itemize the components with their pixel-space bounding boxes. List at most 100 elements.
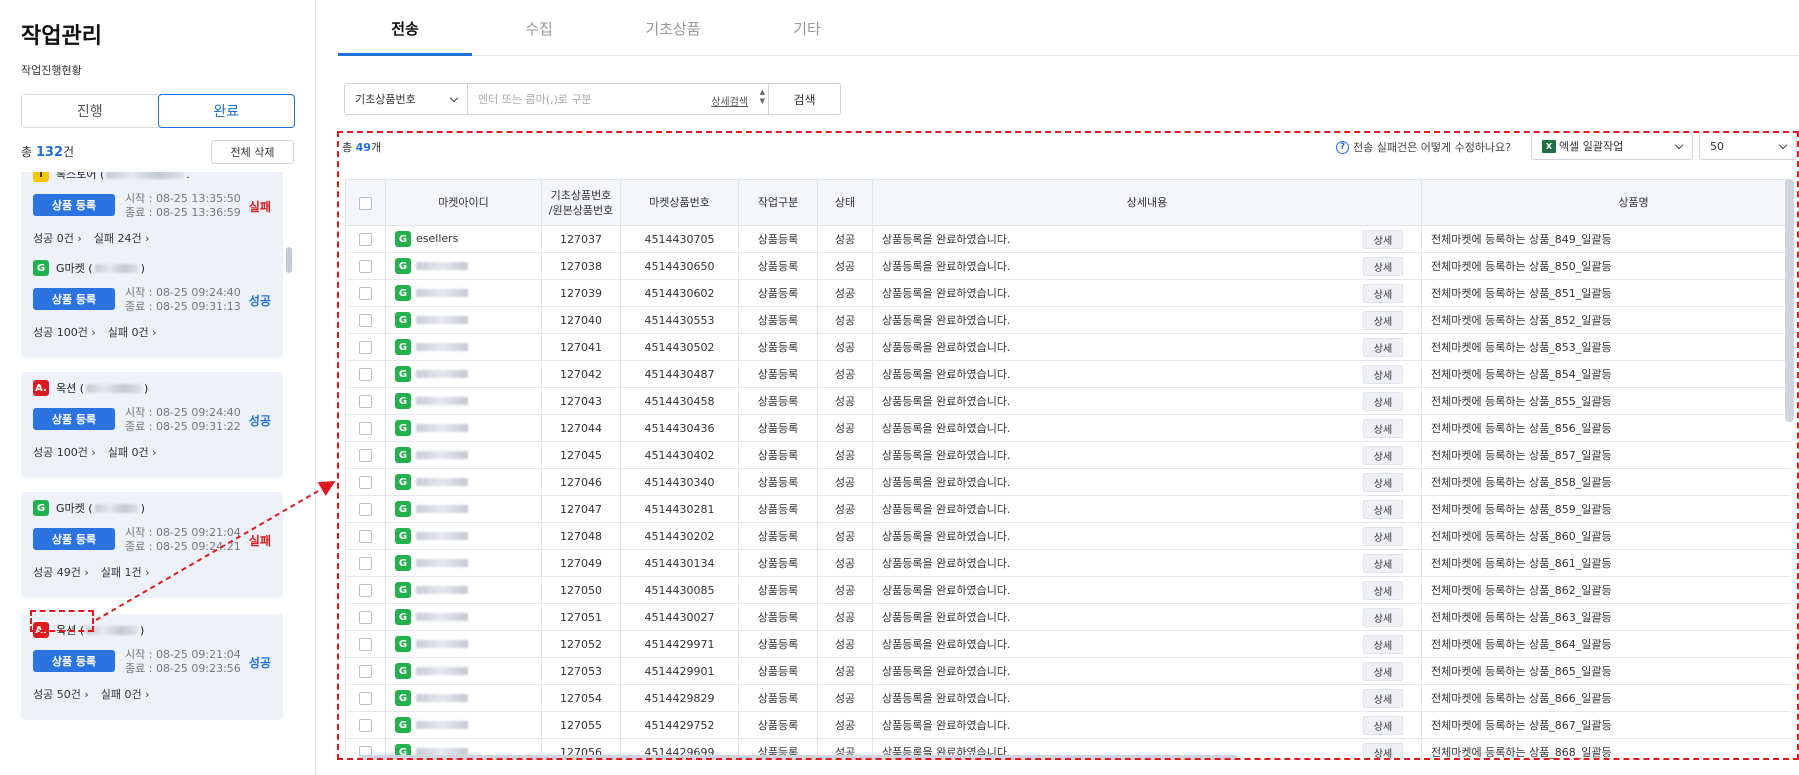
table-row[interactable]: G 127038 4514430650 상품등록 성공 상품등록을 완료하였습니다. 상세 전… — [345, 252, 1791, 280]
sidebar-scrollbar[interactable] — [286, 247, 292, 273]
job-card[interactable]: G G마켓 () 상품 등록 시작 : 08-25 09:24:40 종료 : 08… — [21, 252, 283, 358]
detail-button[interactable]: 상세 — [1363, 230, 1403, 249]
row-checkbox[interactable] — [359, 664, 372, 678]
table-row[interactable]: G 127042 4514430487 상품등록 성공 상품등록을 완료하였습니다. 상세 전… — [345, 360, 1791, 388]
detail-button[interactable]: 상세 — [1363, 743, 1403, 759]
job-action-badge[interactable]: 상품 등록 — [33, 288, 115, 310]
detail-button[interactable]: 상세 — [1363, 500, 1403, 519]
row-checkbox[interactable] — [359, 232, 372, 246]
row-checkbox[interactable] — [359, 691, 372, 705]
product-name-cell: 전체마켓에 등록하는 상품_857_일괄등 — [1421, 441, 1791, 469]
table-row[interactable]: G 127044 4514430436 상품등록 성공 상품등록을 완료하였습니다. 상세 전… — [345, 414, 1791, 442]
job-counts: 성공 50건 › 실패 0건 › — [33, 686, 150, 702]
tab-collect[interactable]: 수집 — [472, 18, 606, 39]
job-card[interactable]: A. 옥션 () 상품 등록 시작 : 08-25 09:24:40 종료 : 08… — [21, 372, 283, 478]
row-checkbox[interactable] — [359, 556, 372, 570]
row-checkbox[interactable] — [359, 718, 372, 732]
table-row[interactable]: G 127043 4514430458 상품등록 성공 상품등록을 완료하였습니다. 상세 전… — [345, 387, 1791, 415]
tab-etc[interactable]: 기타 — [740, 18, 874, 39]
table-row[interactable]: G 127045 4514430402 상품등록 성공 상품등록을 완료하였습니다. 상세 전… — [345, 441, 1791, 469]
table-row[interactable]: G 127051 4514430027 상품등록 성공 상품등록을 완료하였습니다. 상세 전… — [345, 603, 1791, 631]
row-checkbox[interactable] — [359, 340, 372, 354]
detail-button[interactable]: 상세 — [1363, 554, 1403, 573]
detail-button[interactable]: 상세 — [1363, 311, 1403, 330]
row-checkbox[interactable] — [359, 394, 372, 408]
table-row[interactable]: G 127041 4514430502 상품등록 성공 상품등록을 완료하였습니다. 상세 전… — [345, 333, 1791, 361]
fail-count-link[interactable]: 실패 0건 › — [101, 686, 150, 702]
detail-button[interactable]: 상세 — [1363, 473, 1403, 492]
tab-send[interactable]: 전송 — [338, 18, 472, 39]
success-count-link[interactable]: 성공 49건 › — [33, 564, 89, 580]
excel-bulk-select[interactable]: X 엑셀 일괄작업 — [1531, 132, 1693, 160]
table-vertical-scrollbar[interactable] — [1785, 179, 1794, 422]
table-horizontal-scrollbar[interactable] — [358, 755, 1238, 760]
fail-count-link[interactable]: 실패 24건 › — [94, 230, 150, 246]
detail-button[interactable]: 상세 — [1363, 419, 1403, 438]
table-row[interactable]: G 127053 4514429901 상품등록 성공 상품등록을 완료하였습니다. 상세 전… — [345, 657, 1791, 685]
detail-button[interactable]: 상세 — [1363, 662, 1403, 681]
detail-button[interactable]: 상세 — [1363, 716, 1403, 735]
row-checkbox[interactable] — [359, 313, 372, 327]
row-checkbox[interactable] — [359, 448, 372, 462]
detail-button[interactable]: 상세 — [1363, 608, 1403, 627]
table-row[interactable]: G 127050 4514430085 상품등록 성공 상품등록을 완료하였습니다. 상세 전… — [345, 576, 1791, 604]
fail-count-link[interactable]: 실패 0건 › — [108, 324, 157, 340]
table-row[interactable]: Gesellers 127037 4514430705 상품등록 성공 상품등록을 완료하… — [345, 225, 1791, 253]
detail-button[interactable]: 상세 — [1363, 284, 1403, 303]
search-field-select[interactable]: 기초상품번호 — [344, 83, 468, 115]
success-count-link[interactable]: 성공 100건 › — [33, 324, 96, 340]
row-checkbox[interactable] — [359, 259, 372, 273]
help-link[interactable]: ? 전송 실패건은 어떻게 수정하나요? — [1336, 139, 1511, 155]
gmarket-logo-icon: G — [395, 717, 411, 733]
detail-button[interactable]: 상세 — [1363, 689, 1403, 708]
success-count-link[interactable]: 성공 0건 › — [33, 230, 82, 246]
detail-button[interactable]: 상세 — [1363, 581, 1403, 600]
job-action-badge[interactable]: 상품 등록 — [33, 528, 115, 550]
tab-completed[interactable]: 완료 — [157, 94, 295, 128]
row-checkbox[interactable] — [359, 529, 372, 543]
tab-in-progress[interactable]: 진행 — [22, 95, 158, 127]
job-action-badge[interactable]: 상품 등록 — [33, 650, 115, 672]
row-checkbox[interactable] — [359, 583, 372, 597]
table-row[interactable]: G 127055 4514429752 상품등록 성공 상품등록을 완료하였습니다. 상세 전… — [345, 711, 1791, 739]
job-action-badge[interactable]: 상품 등록 — [33, 194, 115, 216]
detail-button[interactable]: 상세 — [1363, 257, 1403, 276]
table-row[interactable]: G 127039 4514430602 상품등록 성공 상품등록을 완료하였습니다. 상세 전… — [345, 279, 1791, 307]
job-action-badge[interactable]: 상품 등록 — [33, 408, 115, 430]
per-page-select[interactable]: 50 — [1699, 132, 1797, 160]
row-checkbox[interactable] — [359, 502, 372, 516]
table-row[interactable]: G 127047 4514430281 상품등록 성공 상품등록을 완료하였습니다. 상세 전… — [345, 495, 1791, 523]
row-checkbox[interactable] — [359, 421, 372, 435]
table-row[interactable]: G 127054 4514429829 상품등록 성공 상품등록을 완료하였습니다. 상세 전… — [345, 684, 1791, 712]
table-row[interactable]: G 127052 4514429971 상품등록 성공 상품등록을 완료하였습니다. 상세 전… — [345, 630, 1791, 658]
advanced-search-link[interactable]: 상세검색 — [711, 93, 748, 108]
fail-count-link[interactable]: 실패 0건 › — [108, 444, 157, 460]
row-checkbox[interactable] — [359, 475, 372, 489]
job-card[interactable]: A. 옥션 () 상품 등록 시작 : 08-25 09:21:04 종료 : 08… — [21, 614, 283, 720]
delete-all-button[interactable]: 전체 삭제 — [211, 140, 294, 164]
tab-base-product[interactable]: 기초상품 — [606, 18, 740, 39]
row-checkbox[interactable] — [359, 610, 372, 624]
fail-count-link[interactable]: 실패 1건 › — [101, 564, 150, 580]
row-checkbox[interactable] — [359, 637, 372, 651]
job-card[interactable]: G G마켓 () 상품 등록 시작 : 08-25 09:21:04 종료 : 08… — [21, 492, 283, 598]
detail-button[interactable]: 상세 — [1363, 338, 1403, 357]
detail-button[interactable]: 상세 — [1363, 527, 1403, 546]
resize-handle-icon[interactable]: ▲ ▼ — [760, 88, 765, 106]
row-checkbox[interactable] — [359, 286, 372, 300]
detail-button[interactable]: 상세 — [1363, 446, 1403, 465]
select-all-checkbox[interactable] — [359, 196, 372, 210]
table-row[interactable]: G 127040 4514430553 상품등록 성공 상품등록을 완료하였습니다. 상세 전… — [345, 306, 1791, 334]
table-row[interactable]: G 127046 4514430340 상품등록 성공 상품등록을 완료하였습니다. 상세 전… — [345, 468, 1791, 496]
detail-button[interactable]: 상세 — [1363, 365, 1403, 384]
detail-button[interactable]: 상세 — [1363, 635, 1403, 654]
success-count-link[interactable]: 성공 100건 › — [33, 444, 96, 460]
search-input[interactable]: 엔터 또는 콤마(,)로 구분 상세검색 ▲ ▼ — [468, 83, 769, 115]
detail-button[interactable]: 상세 — [1363, 392, 1403, 411]
table-row[interactable]: G 127048 4514430202 상품등록 성공 상품등록을 완료하였습니다. 상세 전… — [345, 522, 1791, 550]
table-row[interactable]: G 127049 4514430134 상품등록 성공 상품등록을 완료하였습니다. 상세 전… — [345, 549, 1791, 577]
search-button[interactable]: 검색 — [769, 83, 841, 115]
success-count-link[interactable]: 성공 50건 › — [33, 686, 89, 702]
row-checkbox[interactable] — [359, 367, 372, 381]
job-card[interactable]: T 톡스토어 (. 상품 등록 시작 : 08-25 13:35:50 종료 : 0… — [21, 172, 283, 264]
